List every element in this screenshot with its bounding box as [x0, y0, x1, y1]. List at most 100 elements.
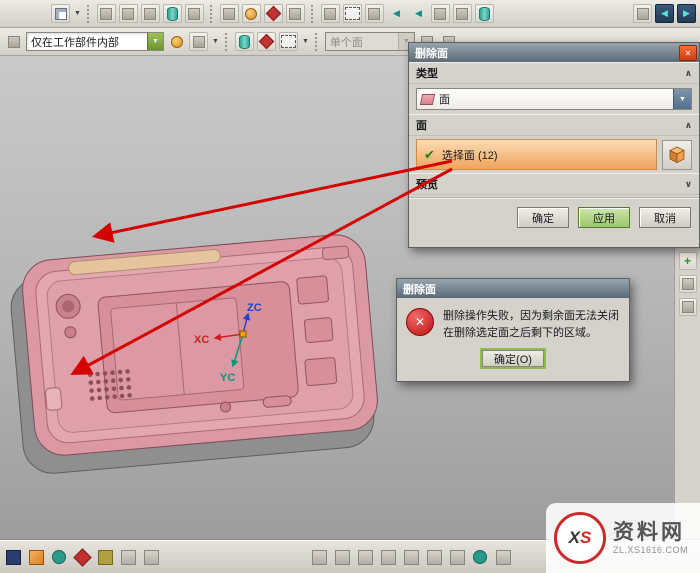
error-dialog-titlebar[interactable]: 删除面: [397, 279, 629, 298]
status-icon[interactable]: [118, 547, 138, 567]
face-type-icon: [420, 94, 435, 105]
axis-x-label: XC: [194, 334, 209, 346]
status-icon[interactable]: [95, 547, 115, 567]
select-face-field[interactable]: ✔ 选择面 (12): [416, 139, 657, 170]
watermark-logo: XS: [554, 512, 606, 564]
check-icon: ✔: [424, 147, 435, 163]
error-dialog-title: 删除面: [403, 281, 436, 297]
toolbar-icon[interactable]: [453, 4, 472, 23]
status-icon[interactable]: [49, 547, 69, 567]
toolbar-icon[interactable]: [242, 4, 261, 23]
toolbar-grip[interactable]: [87, 5, 91, 23]
toolbar-icon[interactable]: [365, 4, 384, 23]
error-message: 删除操作失败，因为剩余面无法关闭在删除选定面之后剩下的区域。: [443, 308, 620, 341]
scope-select[interactable]: 仅在工作部件内部 ▼: [26, 32, 164, 51]
toolbar-icon[interactable]: [220, 4, 239, 23]
snap-point-icon[interactable]: [189, 32, 208, 51]
face-section-header[interactable]: 面 ∧: [409, 114, 699, 136]
toolbar-icon[interactable]: [431, 4, 450, 23]
status-icon[interactable]: [141, 547, 161, 567]
toolbar-icon[interactable]: [185, 4, 204, 23]
toolbar-icon[interactable]: [286, 4, 305, 23]
face-section-label: 面: [416, 117, 427, 133]
add-icon[interactable]: +: [679, 252, 697, 270]
toolbar-icon[interactable]: [679, 298, 697, 316]
chevron-down-icon[interactable]: ▼: [673, 89, 691, 109]
scope-select-value: 仅在工作部件内部: [27, 34, 147, 50]
toolbar-icon[interactable]: [163, 4, 182, 23]
toolbar-icon[interactable]: [343, 4, 362, 23]
star-icon[interactable]: [264, 4, 283, 23]
close-icon[interactable]: ✕: [679, 45, 697, 61]
apply-button[interactable]: 应用: [578, 207, 630, 228]
toolbar-icon[interactable]: [119, 4, 138, 23]
type-section-header[interactable]: 类型 ∧: [409, 62, 699, 84]
status-icon[interactable]: [26, 547, 46, 567]
toolbar-icon[interactable]: [321, 4, 340, 23]
toolbar-grip[interactable]: [311, 5, 315, 23]
status-icon[interactable]: [424, 547, 444, 567]
ok-button[interactable]: 确定: [517, 207, 569, 228]
status-icon[interactable]: [332, 547, 352, 567]
status-icon[interactable]: [309, 547, 329, 567]
cancel-button[interactable]: 取消: [639, 207, 691, 228]
error-ok-button[interactable]: 确定(O): [480, 348, 546, 369]
chevron-down-icon[interactable]: ▼: [74, 10, 81, 17]
toolbar-icon[interactable]: [475, 4, 494, 23]
preview-section-header[interactable]: 预览 ∨: [409, 173, 699, 195]
face-set-button[interactable]: [662, 140, 692, 170]
toolbar-icon[interactable]: [167, 32, 186, 51]
nav-cluster: ◀ ▶: [633, 4, 696, 23]
toolbar-icon[interactable]: [97, 4, 116, 23]
status-icon[interactable]: [355, 547, 375, 567]
delete-face-dialog: 删除面 ✕ 类型 ∧ 面 ▼ 面 ∧ ✔ 选择面 (12): [408, 42, 700, 248]
select-face-label: 选择面 (12): [442, 147, 498, 163]
select-face-row: ✔ 选择面 (12): [409, 136, 699, 173]
type-select[interactable]: 面 ▼: [416, 88, 692, 110]
chevron-down-icon: ∨: [685, 179, 692, 190]
toolbar-grip[interactable]: [315, 33, 319, 51]
status-icon[interactable]: [447, 547, 467, 567]
face-rule-select: 单个面 ▼: [325, 32, 415, 51]
watermark-site-url: ZL.XS1616.COM: [613, 545, 688, 555]
toolbar-icon[interactable]: [257, 32, 276, 51]
solid-body-icon[interactable]: [235, 32, 254, 51]
marquee-select-icon[interactable]: [279, 32, 298, 51]
chevron-down-icon[interactable]: ▼: [212, 38, 219, 45]
status-icon[interactable]: [493, 547, 513, 567]
error-buttons: 确定(O): [397, 345, 629, 375]
main-toolbar: ▼ ◀ ◀ ◀ ▶: [0, 0, 700, 28]
type-section-label: 类型: [416, 65, 438, 81]
status-icon[interactable]: [470, 547, 490, 567]
application-window: ▼ ◀ ◀ ◀ ▶ 仅在工作部件内部 ▼ ▼: [0, 0, 700, 573]
status-icon[interactable]: [401, 547, 421, 567]
selection-filter-icon[interactable]: [4, 32, 23, 51]
watermark: XS 资料网 ZL.XS1616.COM: [546, 503, 700, 573]
chevron-down-icon[interactable]: ▼: [302, 38, 309, 45]
back-arrow-icon[interactable]: ◀: [655, 4, 674, 23]
axis-y-label: YC: [220, 372, 235, 384]
toolbar-grip[interactable]: [210, 5, 214, 23]
toolbar-icon[interactable]: [633, 4, 652, 23]
axis-z-label: ZC: [247, 302, 262, 314]
undo-icon[interactable]: ◀: [409, 4, 428, 23]
toolbar-grip[interactable]: [225, 33, 229, 51]
cube-icon: [668, 146, 686, 164]
delete-face-error-dialog: 删除面 ✕ 删除操作失败，因为剩余面无法关闭在删除选定面之后剩下的区域。 确定(…: [396, 278, 630, 382]
dialog-title: 删除面: [415, 45, 448, 61]
chevron-up-icon: ∧: [685, 120, 692, 131]
toolbar-icon[interactable]: [141, 4, 160, 23]
view-grid-icon[interactable]: [51, 4, 70, 23]
dialog-titlebar[interactable]: 删除面 ✕: [409, 43, 699, 62]
forward-arrow-icon[interactable]: ▶: [677, 4, 696, 23]
resource-bar: +: [674, 247, 700, 540]
status-icon[interactable]: [378, 547, 398, 567]
error-body: ✕ 删除操作失败，因为剩余面无法关闭在删除选定面之后剩下的区域。: [397, 298, 629, 345]
type-select-value: 面: [439, 91, 450, 107]
toolbar-icon[interactable]: [679, 275, 697, 293]
status-icon[interactable]: [72, 547, 92, 567]
undo-icon[interactable]: ◀: [387, 4, 406, 23]
status-icon[interactable]: [3, 547, 23, 567]
watermark-site-name: 资料网: [613, 521, 688, 545]
chevron-down-icon[interactable]: ▼: [147, 33, 163, 50]
